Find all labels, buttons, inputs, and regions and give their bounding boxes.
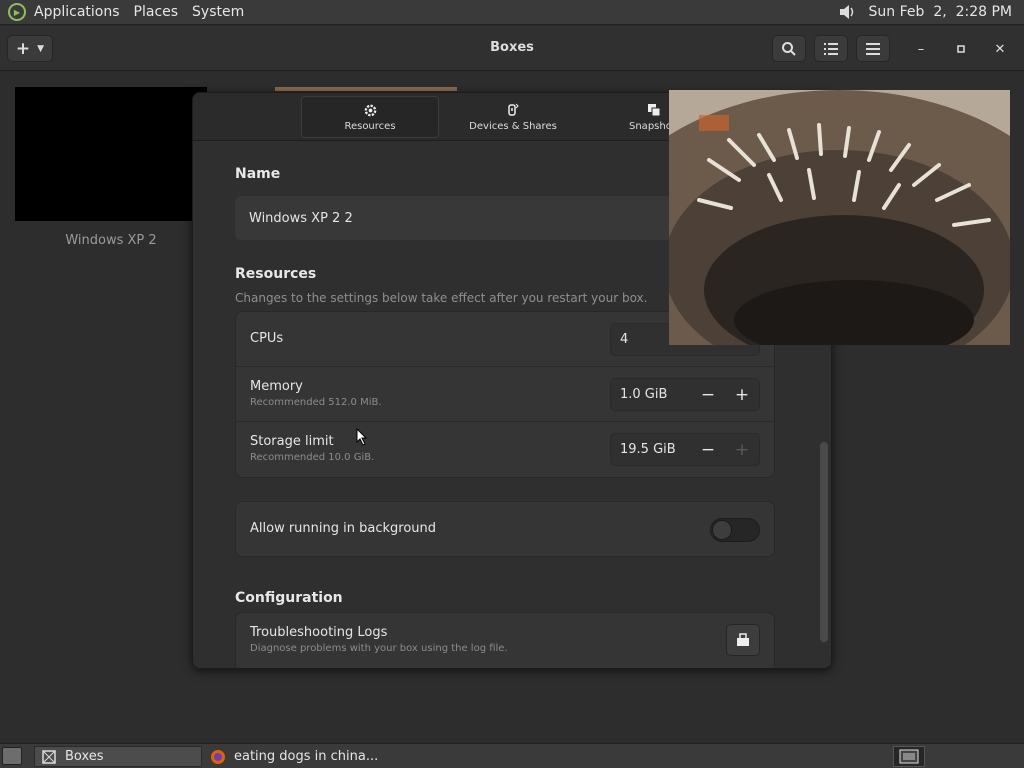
memory-spinbutton[interactable]: 1.0 GiB − + <box>610 378 760 411</box>
maximize-icon <box>957 45 965 53</box>
search-icon <box>782 41 796 56</box>
close-button[interactable]: ✕ <box>989 38 1011 60</box>
video-overlay-image <box>669 90 1010 345</box>
memory-label: Memory <box>250 379 303 394</box>
tab-devices-label: Devices & Shares <box>469 121 557 132</box>
search-button[interactable] <box>772 35 806 62</box>
storage-recommendation: Recommended 10.0 GiB. <box>250 452 375 463</box>
top-panel: ▶ Applications Places System Sun Feb 2, … <box>0 0 1024 25</box>
configuration-list: Troubleshooting Logs Diagnose problems w… <box>235 612 775 668</box>
resources-section-subtitle: Changes to the settings below take effec… <box>235 291 648 305</box>
logs-subtitle: Diagnose problems with your box using th… <box>250 643 508 654</box>
boxes-icon <box>41 749 57 765</box>
open-logs-button[interactable] <box>726 624 760 656</box>
close-icon: ✕ <box>994 41 1006 57</box>
memory-value[interactable]: 1.0 GiB <box>611 387 691 402</box>
vm-label[interactable]: Windows XP 2 <box>15 233 207 248</box>
storage-label: Storage limit <box>250 434 334 449</box>
background-label: Allow running in background <box>250 521 437 536</box>
main-menu: ▶ Applications Places System <box>0 3 258 21</box>
storage-row: Storage limit Recommended 10.0 GiB. 19.5… <box>236 422 774 477</box>
storage-decrease-button[interactable]: − <box>691 440 725 460</box>
firefox-icon <box>210 749 226 765</box>
list-view-button[interactable] <box>814 35 848 62</box>
cpus-label: CPUs <box>250 331 284 346</box>
menu-places[interactable]: Places <box>134 4 179 20</box>
show-desktop-button[interactable] <box>2 747 22 765</box>
taskbar-item-boxes[interactable]: Boxes <box>34 746 202 767</box>
menu-system[interactable]: System <box>192 4 244 20</box>
taskbar-item-boxes-label: Boxes <box>65 749 104 764</box>
storage-spinbutton[interactable]: 19.5 GiB − + <box>610 433 760 466</box>
workspace-icon <box>899 749 919 764</box>
usb-icon <box>508 103 519 116</box>
distro-logo-icon[interactable]: ▶ <box>8 3 26 21</box>
tab-resources[interactable]: Resources <box>301 96 439 138</box>
video-frame-image <box>669 90 1010 345</box>
tab-devices-shares[interactable]: Devices & Shares <box>443 96 583 138</box>
system-tray: Sun Feb 2, 2:28 PM <box>837 2 1024 22</box>
memory-increase-button[interactable]: + <box>725 385 759 405</box>
storage-value[interactable]: 19.5 GiB <box>611 442 691 457</box>
boxes-headerbar: + ▼ Boxes – ✕ <box>0 26 1024 71</box>
main-menu-button[interactable] <box>856 35 890 62</box>
vm-thumbnail[interactable] <box>15 87 207 221</box>
tab-snapshots-label: Snapsho <box>629 121 672 132</box>
workspace-switcher[interactable] <box>893 746 925 767</box>
list-icon <box>824 42 838 55</box>
maximize-button[interactable] <box>950 38 972 60</box>
storage-increase-button[interactable]: + <box>725 440 759 460</box>
gear-icon <box>364 104 376 116</box>
memory-row: Memory Recommended 512.0 MiB. 1.0 GiB − … <box>236 367 774 422</box>
menu-applications[interactable]: Applications <box>34 4 120 20</box>
snapshot-icon <box>648 104 661 117</box>
mouse-cursor-icon <box>356 428 368 446</box>
configuration-section-title: Configuration <box>235 590 343 606</box>
tab-resources-label: Resources <box>344 121 396 132</box>
taskbar-item-firefox-label: eating dogs in china... <box>234 749 379 764</box>
dialog-scrollbar[interactable] <box>820 442 828 642</box>
memory-recommendation: Recommended 512.0 MiB. <box>250 397 382 408</box>
memory-decrease-button[interactable]: − <box>691 385 725 405</box>
taskbar-item-firefox[interactable]: eating dogs in china... <box>204 746 404 767</box>
bottom-panel: Boxes eating dogs in china... <box>0 743 1024 768</box>
background-switch[interactable] <box>710 518 760 542</box>
background-row: Allow running in background <box>236 502 774 556</box>
name-field-value: Windows XP 2 2 <box>249 210 353 226</box>
minimize-button[interactable]: – <box>910 38 932 60</box>
logs-label: Troubleshooting Logs <box>250 625 388 640</box>
name-section-title: Name <box>235 166 281 182</box>
hamburger-icon <box>866 42 880 55</box>
switch-knob <box>712 520 732 540</box>
volume-icon[interactable] <box>837 2 857 22</box>
logs-row: Troubleshooting Logs Diagnose problems w… <box>236 613 774 668</box>
vm-thumbnail-2[interactable] <box>275 87 457 91</box>
clock[interactable]: Sun Feb 2, 2:28 PM <box>869 4 1012 20</box>
document-open-icon <box>737 633 749 646</box>
resources-section-title: Resources <box>235 266 317 282</box>
background-list: Allow running in background <box>235 501 775 557</box>
minimize-icon: – <box>917 41 925 57</box>
